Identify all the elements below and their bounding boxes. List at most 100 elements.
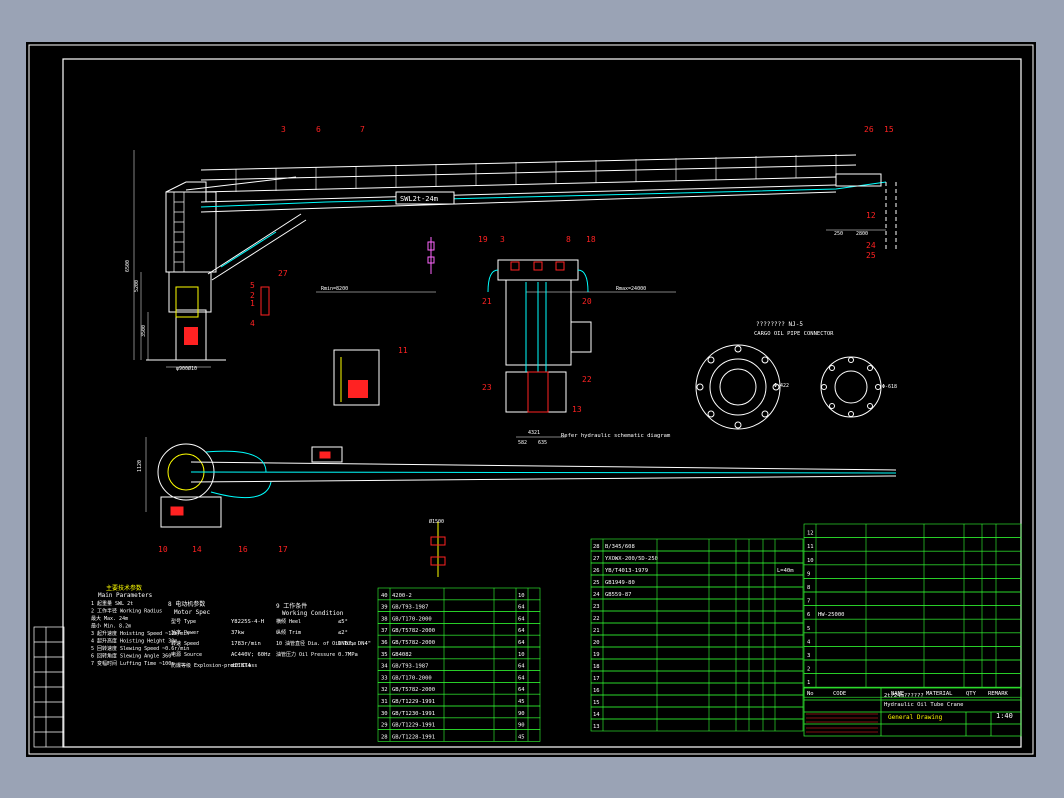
dim-2800: 2800: [856, 231, 868, 237]
dim-rmax: Rmax=24000: [616, 286, 646, 292]
bom-cell: 27: [593, 556, 600, 562]
svg-text:8: 8: [566, 235, 571, 244]
dim-base: φ900Ø10: [176, 365, 197, 372]
bom-cell: 64: [518, 687, 525, 693]
bom-cell: GB/T1229-1991: [392, 699, 435, 705]
svg-text:3: 3: [500, 235, 505, 244]
bom-header-remark: REMARK: [988, 691, 1009, 697]
bom-cell: 29: [381, 723, 388, 729]
bom-cell: GB1949-80: [605, 580, 635, 586]
dim-height: 6500: [125, 260, 131, 272]
bom-cell: GB/T5782-2000: [392, 687, 435, 693]
dim-582: 582: [518, 440, 527, 446]
svg-text:17: 17: [278, 545, 288, 554]
bom-cell: 23: [593, 604, 600, 610]
dim-3500: 3500: [141, 325, 147, 337]
bom-cell: 4200-2: [392, 593, 412, 599]
bom-cell: B/345/608: [605, 544, 635, 550]
motor-title-en: Motor Spec: [174, 609, 211, 616]
svg-text:23: 23: [482, 383, 492, 392]
bom-cell: 1: [807, 680, 810, 686]
parameters-block: 主要技术参数 Main Parameters 1 起重量 SWL 2t2 工作半…: [91, 584, 371, 669]
bom-cell: 6: [807, 612, 810, 618]
bom-cell: 36: [381, 640, 388, 646]
bom-cell: 26: [593, 568, 600, 574]
bom-cell: 10: [807, 558, 814, 564]
bom-cell: GB4082: [392, 652, 412, 658]
title-name-cn: 2t/24m??????: [884, 693, 924, 699]
motor-value: 1783r/min: [231, 641, 261, 647]
svg-text:5: 5: [250, 281, 255, 290]
dim-250: 250: [834, 231, 843, 237]
bom-cell: 40: [381, 593, 388, 599]
motor-row: 型号 Type: [171, 618, 196, 625]
bom-cell: 17: [593, 676, 600, 682]
bom-cell: GB/T5782-2000: [392, 628, 435, 634]
bom-cell: 35: [381, 652, 388, 658]
bom-cell: GB/T93-1987: [392, 605, 428, 611]
svg-text:11: 11: [398, 346, 408, 355]
dim-635: 635: [538, 440, 547, 446]
svg-text:18: 18: [586, 235, 596, 244]
bom-cell: 11: [807, 544, 814, 550]
bom-cell: 64: [518, 616, 525, 622]
svg-text:3: 3: [281, 125, 286, 134]
left-revision-boxes: [33, 626, 65, 748]
motor-row: 功率 Power: [171, 629, 199, 636]
cad-drawing: 6500 5200 3500 φ900Ø10 Rmin=8200 Rmax=24…: [28, 44, 1034, 755]
bom-header-material: MATERIAL: [926, 691, 953, 697]
work-row: 横倾 Heel: [276, 618, 301, 625]
bom-cell: 64: [518, 640, 525, 646]
title-scale: 1:40: [996, 712, 1013, 720]
bom-cell: 30: [381, 711, 388, 717]
cargo-note-cn: ???????? NJ-5: [756, 321, 803, 328]
bom-cell: GB/T5782-2000: [392, 640, 435, 646]
bom-cell: 32: [381, 687, 388, 693]
bom-cell: 4: [807, 639, 811, 645]
work-value: ≤2°: [338, 630, 348, 636]
bom-cell: 37: [381, 628, 388, 634]
bom-cell: 90: [518, 723, 525, 729]
dim-5200: 5200: [134, 280, 140, 292]
svg-text:12: 12: [866, 211, 876, 220]
note-hydraulic: Refer hydraulic schematic diagram: [561, 433, 671, 439]
title-name-en: Hydraulic Oil Tube Crane: [884, 702, 963, 708]
svg-text:19: 19: [478, 235, 488, 244]
motor-row: 电源 Source: [171, 651, 202, 658]
bom-cell: GB559-87: [605, 592, 632, 598]
param-row: 6 回转角度 Slewing Angle 360°: [91, 653, 174, 660]
label-phi422: Φ-422: [774, 383, 789, 389]
bom-cell: GB/T1229-1991: [392, 723, 435, 729]
bom-cell: 64: [518, 675, 525, 681]
bom-cell: 28: [381, 734, 388, 740]
bom-cell: YB/T4013-1979: [605, 568, 648, 574]
bom-table-middle: 28 B/345/608 27 YXOWX-200/5D-250 26 YB/T4013-…: [590, 538, 804, 732]
svg-text:14: 14: [192, 545, 202, 554]
bom-header-no: No: [807, 691, 814, 697]
cargo-flange-large: [695, 344, 781, 430]
bom-cell: 25: [593, 580, 600, 586]
bom-cell: 15: [593, 700, 600, 706]
svg-text:13: 13: [572, 405, 582, 414]
motor-value: dIIBT4: [231, 663, 252, 669]
bom-cell: 2: [807, 667, 810, 673]
bom-cell: 33: [381, 675, 388, 681]
svg-text:10: 10: [158, 545, 168, 554]
work-value: ≤5°: [338, 619, 348, 625]
bom-table-right: 1211109876 HW-2500054321No CODE NAME MATERIA…: [803, 523, 1022, 698]
svg-text:25: 25: [866, 251, 876, 260]
bom-cell: 64: [518, 628, 525, 634]
hook-detail: [430, 522, 446, 577]
param-row: 7 变幅时间 Luffing Time ~100s: [91, 660, 174, 667]
bom-cell: 13: [593, 724, 600, 730]
work-value: 0.7MPa: [338, 652, 358, 658]
bom-cell: 45: [518, 699, 525, 705]
control-box: [333, 349, 380, 406]
param-row: 1 起重量 SWL 2t: [91, 600, 133, 607]
bom-cell: 22: [593, 616, 600, 622]
bom-cell: HW-25000: [818, 612, 845, 618]
svg-text:21: 21: [482, 297, 492, 306]
bom-cell: 24: [593, 592, 600, 598]
bom-header-code: CODE: [833, 691, 846, 697]
dim-1120: 1120: [137, 460, 143, 472]
